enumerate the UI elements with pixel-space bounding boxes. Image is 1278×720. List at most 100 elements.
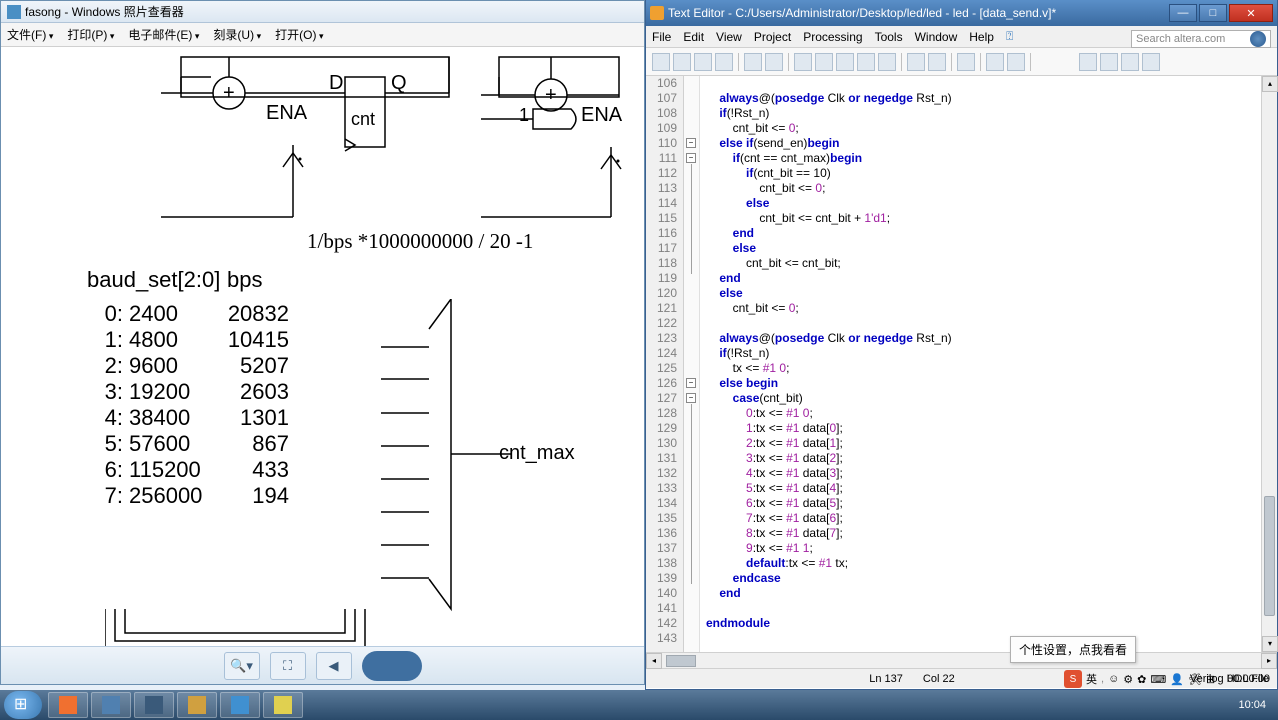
pv-menu-email[interactable]: 电子邮件(E) <box>128 26 199 43</box>
tb-icon-19[interactable] <box>1121 53 1139 71</box>
scroll-down-button[interactable]: ▾ <box>1262 636 1278 652</box>
fold-column[interactable]: − − − − <box>684 76 700 652</box>
task-item-1[interactable] <box>48 692 88 718</box>
ime-item-7[interactable]: ⊞ <box>1206 673 1215 686</box>
scroll-thumb[interactable] <box>1264 496 1275 616</box>
tb-icon-14[interactable] <box>957 53 975 71</box>
tb-icon-17[interactable] <box>1079 53 1097 71</box>
tooltip-popup[interactable]: 个性设置，点我看看 <box>1010 636 1136 663</box>
svg-text:D: D <box>329 72 343 94</box>
menu-tools[interactable]: Tools <box>875 30 903 44</box>
ime-item-1[interactable]: ☺ <box>1108 673 1119 685</box>
menu-help-icon[interactable]: ⍰ <box>1006 29 1013 44</box>
baud-header-bps: bps <box>227 267 307 293</box>
tb-icon-12[interactable] <box>907 53 925 71</box>
ime-timer: 00:00:00 <box>1227 673 1270 685</box>
tb-icon-16[interactable] <box>1007 53 1025 71</box>
start-button[interactable] <box>4 691 42 719</box>
tb-icon-8[interactable] <box>815 53 833 71</box>
text-editor-title: Text Editor - C:/Users/Administrator/Des… <box>668 6 1169 20</box>
ime-item-5[interactable]: 👤 <box>1170 673 1184 686</box>
svg-text:1: 1 <box>519 105 529 125</box>
tb-indent-icon[interactable] <box>744 53 762 71</box>
photo-viewer-titlebar[interactable]: fasong - Windows 照片查看器 <box>1 1 644 23</box>
maximize-button[interactable]: □ <box>1199 4 1227 22</box>
task-item-3[interactable] <box>134 692 174 718</box>
photo-viewer-menu: 文件(F) 打印(P) 电子邮件(E) 刻录(U) 打开(O) <box>1 23 644 47</box>
text-editor-titlebar[interactable]: Text Editor - C:/Users/Administrator/Des… <box>646 0 1277 26</box>
tb-icon-13[interactable] <box>928 53 946 71</box>
status-col: Col 22 <box>923 673 955 685</box>
ime-item-6[interactable]: 🛠 <box>1188 673 1202 686</box>
photo-viewer-title: fasong - Windows 照片查看器 <box>25 3 184 20</box>
scroll-right-button[interactable]: ▸ <box>1261 653 1277 669</box>
tb-icon-18[interactable] <box>1100 53 1118 71</box>
menu-help[interactable]: Help <box>969 30 994 44</box>
tb-icon-4[interactable] <box>715 53 733 71</box>
tb-icon-7[interactable] <box>794 53 812 71</box>
pv-menu-open[interactable]: 打开(O) <box>275 26 323 43</box>
prev-button[interactable]: ◀ <box>316 652 352 680</box>
scroll-left-button[interactable]: ◂ <box>646 653 662 669</box>
search-placeholder: Search altera.com <box>1136 33 1225 45</box>
svg-text:cnt: cnt <box>351 109 375 129</box>
scroll-up-button[interactable]: ▴ <box>1262 76 1278 92</box>
task-item-4[interactable] <box>177 692 217 718</box>
tb-icon-9[interactable] <box>836 53 854 71</box>
mux-diagram: cnt_max <box>381 299 601 639</box>
fold-box-icon[interactable]: − <box>686 138 696 148</box>
ime-item-4[interactable]: ⌨ <box>1150 673 1166 686</box>
ime-item-3[interactable]: ✿ <box>1137 673 1146 686</box>
tb-icon-20[interactable] <box>1142 53 1160 71</box>
pv-menu-burn[interactable]: 刻录(U) <box>213 26 261 43</box>
menu-edit[interactable]: Edit <box>683 30 704 44</box>
h-scroll-thumb[interactable] <box>666 655 696 667</box>
code-lines[interactable]: always@(posedge Clk or negedge Rst_n) if… <box>700 76 1277 652</box>
tb-icon-3[interactable] <box>694 53 712 71</box>
code-area[interactable]: 1061071081091101111121131141151161171181… <box>646 76 1277 652</box>
zoom-button[interactable]: 🔍▾ <box>224 652 260 680</box>
task-item-6[interactable] <box>263 692 303 718</box>
pv-menu-print[interactable]: 打印(P) <box>67 26 114 43</box>
photo-viewer-toolbar: 🔍▾ ⛶ ◀ <box>1 646 644 684</box>
clock[interactable]: 10:04 <box>1238 699 1266 711</box>
svg-text:+: + <box>545 84 557 106</box>
tb-icon-15[interactable] <box>986 53 1004 71</box>
fold-box-icon[interactable]: − <box>686 393 696 403</box>
tb-icon-11[interactable] <box>878 53 896 71</box>
menu-window[interactable]: Window <box>915 30 958 44</box>
svg-text:Q: Q <box>391 72 407 94</box>
ime-lang[interactable]: 英 <box>1086 671 1097 687</box>
baud-header-label: baud_set[2:0] <box>87 267 227 293</box>
pv-menu-file[interactable]: 文件(F) <box>7 26 53 43</box>
line-gutter: 1061071081091101111121131141151161171181… <box>646 76 684 652</box>
svg-text:+: + <box>223 82 235 104</box>
actual-size-button[interactable]: ⛶ <box>270 652 306 680</box>
tb-icon-10[interactable] <box>857 53 875 71</box>
text-editor-window: Text Editor - C:/Users/Administrator/Des… <box>645 0 1278 690</box>
taskbar: 10:04 <box>0 690 1278 720</box>
vertical-scrollbar[interactable]: ▴ ▾ <box>1261 76 1277 652</box>
fold-box-icon[interactable]: − <box>686 378 696 388</box>
close-button[interactable]: ✕ <box>1229 4 1273 22</box>
text-editor-toolbar <box>646 48 1277 76</box>
tb-icon-2[interactable] <box>673 53 691 71</box>
ime-icon[interactable]: S <box>1064 670 1082 688</box>
task-item-5[interactable] <box>220 692 260 718</box>
menu-project[interactable]: Project <box>754 30 791 44</box>
tb-outdent-icon[interactable] <box>765 53 783 71</box>
ime-item-2[interactable]: ⚙ <box>1123 673 1133 686</box>
menu-processing[interactable]: Processing <box>803 30 862 44</box>
minimize-button[interactable]: — <box>1169 4 1197 22</box>
menu-view[interactable]: View <box>716 30 742 44</box>
svg-text:ENA: ENA <box>266 102 308 124</box>
search-box[interactable]: Search altera.com <box>1131 30 1271 48</box>
slideshow-button[interactable] <box>362 651 422 681</box>
task-item-2[interactable] <box>91 692 131 718</box>
photo-viewer-content: + D Q ENA cnt + ENA 1 <box>1 47 644 665</box>
fold-box-icon[interactable]: − <box>686 153 696 163</box>
tb-icon-1[interactable] <box>652 53 670 71</box>
menu-file[interactable]: File <box>652 30 671 44</box>
horizontal-scrollbar[interactable]: ◂ ▸ <box>646 652 1277 668</box>
photo-viewer-window: fasong - Windows 照片查看器 文件(F) 打印(P) 电子邮件(… <box>0 0 645 685</box>
